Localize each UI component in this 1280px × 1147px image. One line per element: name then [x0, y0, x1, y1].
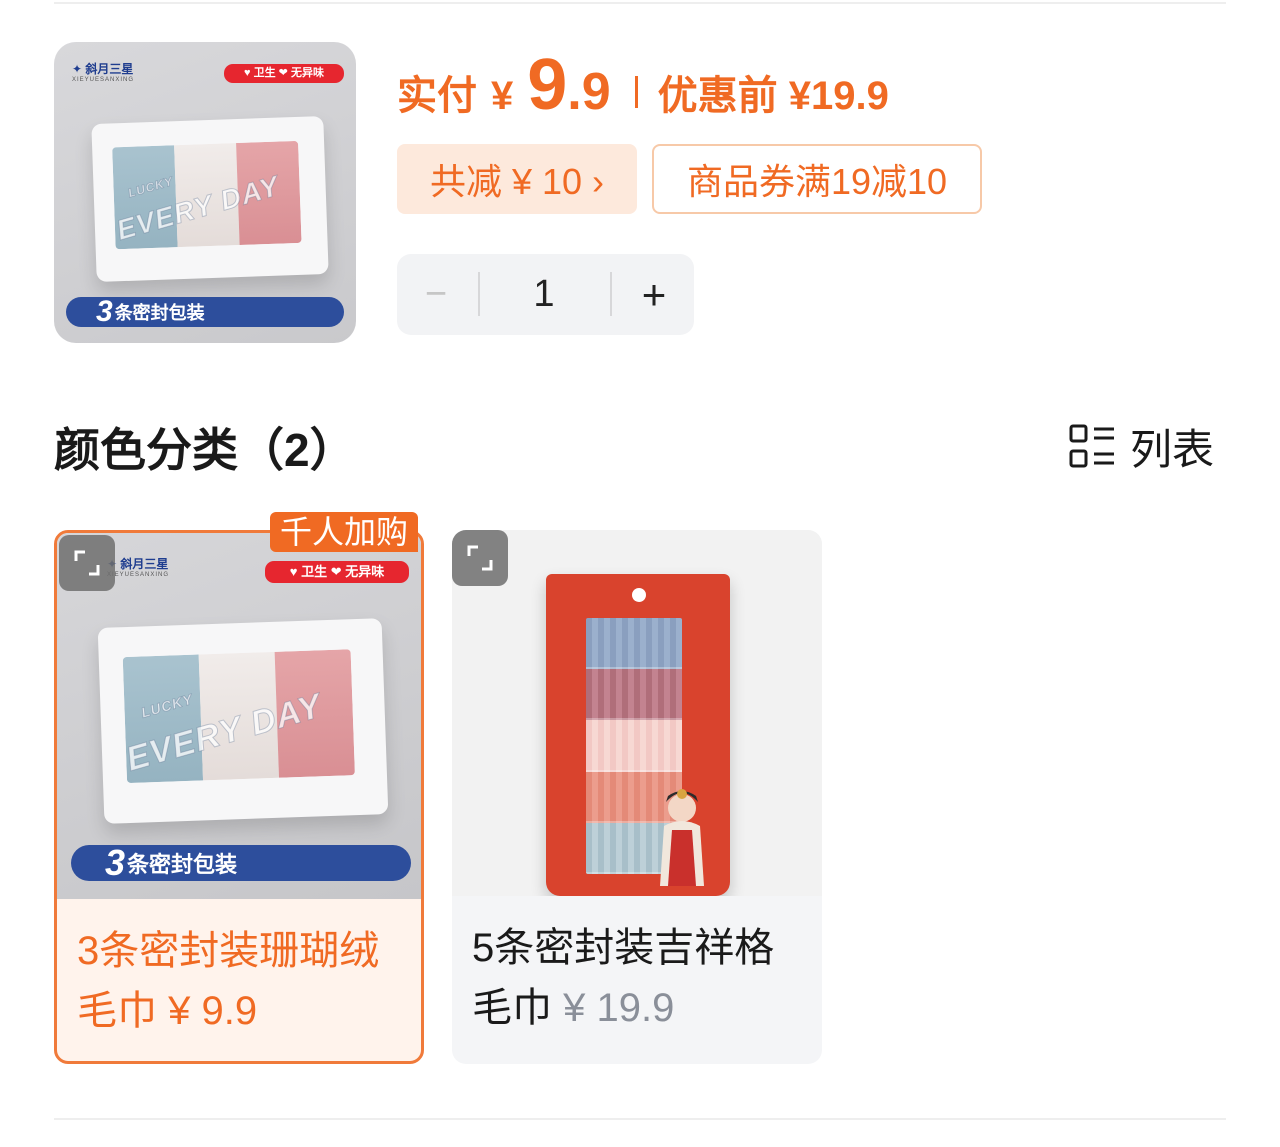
section-title: 颜色分类（2） [54, 424, 356, 476]
expand-icon [467, 545, 493, 571]
list-view-icon [1069, 424, 1114, 468]
brand-logo: ✦ 斜月三星 XIEYUESANXING [72, 62, 135, 83]
product-thumbnail[interactable]: ✦ 斜月三星 XIEYUESANXING ♥ 卫生 ❤ 无异味 EVERY DA… [54, 42, 356, 343]
hang-hole [632, 588, 646, 602]
increase-button[interactable]: + [629, 254, 679, 335]
opera-figure-icon [660, 789, 704, 886]
pack-banner: 3 条密封包装 [66, 295, 344, 328]
towel-box: EVERY DAY LUCKY [91, 115, 329, 283]
quantity-stepper: − 1 + [397, 254, 694, 335]
towel-box: EVERY DAY LUCKY [97, 618, 389, 824]
brand-logo: ✦ 斜月三星 XIEYUESANXING [107, 557, 170, 578]
popular-badge: 千人加购 [270, 512, 419, 552]
stepper-divider [478, 272, 480, 316]
decrease-button[interactable]: − [413, 254, 459, 335]
expand-image-button[interactable] [59, 535, 115, 591]
coupon-tag: 商品券满19减10 [652, 144, 982, 214]
variant-card-lucky-towel[interactable]: 5条密封装吉祥格毛巾 ¥ 19.9 [452, 530, 822, 1064]
towel-pack [546, 574, 730, 896]
list-view-toggle[interactable]: 列表 [1068, 420, 1214, 473]
star-logo-icon: ✦ [72, 62, 83, 76]
top-divider [54, 2, 1226, 4]
bottom-divider [54, 1118, 1226, 1120]
quantity-value[interactable]: 1 [489, 254, 599, 335]
expand-image-button[interactable] [452, 530, 508, 586]
variant-card-coral-towel[interactable]: ✦ 斜月三星 XIEYUESANXING ♥ 卫生 ❤ 无异味 EVERY DA… [54, 530, 424, 1064]
price-integer: 9 [527, 45, 568, 125]
paid-label: 实付 [397, 74, 477, 118]
discount-total-tag[interactable]: 共减 ¥ 10 › [397, 144, 637, 214]
currency-symbol: ¥ [491, 74, 514, 118]
hygiene-tag: ♥ 卫生 ❤ 无异味 [265, 561, 409, 583]
hygiene-tag: ♥ 卫生 ❤ 无异味 [224, 64, 344, 83]
variant-name: 5条密封装吉祥格毛巾 ¥ 19.9 [472, 926, 775, 1030]
price-decimal: .9 [567, 63, 611, 121]
stepper-divider [610, 272, 612, 316]
price-line: 实付 ¥ 9 .9 优惠前 ¥19.9 [397, 44, 889, 125]
list-view-label: 列表 [1130, 425, 1215, 473]
heart-icon: ♥ [244, 67, 251, 79]
variant-image [452, 530, 822, 896]
expand-icon [74, 550, 100, 576]
variant-name: 3条密封装珊瑚绒毛巾 ¥ 9.9 [77, 929, 380, 1033]
variant-price: ¥ 9.9 [168, 989, 258, 1033]
original-price: 优惠前 ¥19.9 [657, 74, 889, 118]
pack-banner: 3 条密封包装 [71, 842, 411, 883]
price-separator [634, 76, 638, 108]
variant-price: ¥ 19.9 [563, 986, 675, 1030]
heart-icon: ♥ [289, 564, 298, 579]
